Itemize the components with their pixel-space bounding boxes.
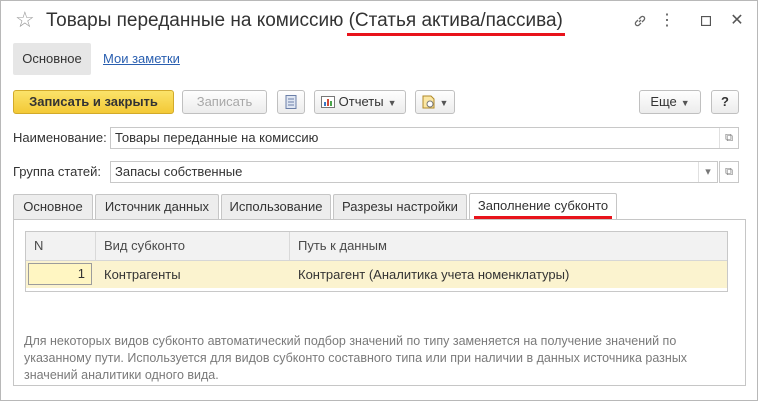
print-document-icon (422, 95, 435, 109)
col-kind-header[interactable]: Вид субконто (96, 232, 290, 260)
name-label: Наименование: (13, 130, 107, 145)
tab-settings-sections[interactable]: Разрезы настройки (333, 194, 467, 219)
subconto-table: N Вид субконто Путь к данным 1 Контраген… (25, 231, 728, 292)
form-window: ☆ Товары переданные на комиссию (Статья … (0, 0, 758, 401)
tab-main[interactable]: Основное (13, 194, 93, 219)
more-vertical-icon[interactable]: ⋮ (656, 9, 678, 33)
chevron-down-icon: ▼ (387, 98, 397, 108)
table-row[interactable]: 1 Контрагенты Контрагент (Аналитика учет… (26, 261, 727, 288)
row-path-cell[interactable]: Контрагент (Аналитика учета номенклатуры… (290, 261, 727, 288)
table-header: N Вид субконто Путь к данным (26, 232, 727, 261)
tab-usage[interactable]: Использование (221, 194, 331, 219)
nav-main-tab[interactable]: Основное (13, 43, 91, 75)
chevron-down-icon: ▼ (680, 98, 690, 108)
group-value: Запасы собственные (115, 164, 243, 179)
favorite-star-icon[interactable]: ☆ (15, 8, 35, 32)
group-field[interactable]: Запасы собственные ▾ (110, 161, 718, 183)
hint-text: Для некоторых видов субконто автоматичес… (24, 334, 688, 382)
reports-chart-icon (321, 96, 335, 108)
page-title: Товары переданные на комиссию (Статья ак… (46, 9, 563, 33)
row-kind-cell[interactable]: Контрагенты (96, 261, 290, 288)
title-subtitle: (Статья актива/пассива) (348, 10, 563, 31)
link-icon[interactable] (629, 9, 651, 36)
maximize-icon[interactable] (695, 9, 717, 34)
row-number-cell[interactable]: 1 (28, 263, 92, 285)
nav-notes-link[interactable]: Мои заметки (103, 43, 180, 75)
reports-button[interactable]: Отчеты ▼ (314, 90, 406, 114)
save-close-button[interactable]: Записать и закрыть (13, 90, 174, 114)
tab-panel: N Вид субконто Путь к данным 1 Контраген… (13, 219, 746, 386)
reports-label: Отчеты (338, 94, 384, 109)
dropdown-arrow-icon[interactable]: ▾ (698, 162, 717, 182)
col-n-header[interactable]: N (26, 232, 96, 260)
col-path-header[interactable]: Путь к данным (290, 232, 727, 260)
group-open-button[interactable]: ⧉ (719, 161, 739, 183)
more-label: Еще (650, 94, 677, 109)
print-menu-button[interactable]: ▼ (415, 90, 455, 114)
chevron-down-icon: ▼ (439, 98, 449, 108)
more-button[interactable]: Еще ▼ (639, 90, 701, 114)
group-label: Группа статей: (13, 164, 101, 179)
help-button[interactable]: ? (711, 90, 739, 114)
title-main: Товары переданные на комиссию (46, 10, 349, 31)
document-icon (285, 95, 297, 109)
open-icon: ⧉ (725, 166, 733, 178)
document-list-button[interactable] (277, 90, 305, 114)
tab-subconto-fill[interactable]: Заполнение субконто (469, 193, 617, 220)
save-button[interactable]: Записать (182, 90, 267, 114)
open-icon[interactable]: ⧉ (719, 128, 738, 148)
tab-data-source[interactable]: Источник данных (95, 194, 219, 219)
close-icon[interactable]: ✕ (726, 9, 748, 33)
title-bar: ☆ Товары переданные на комиссию (Статья … (1, 1, 757, 41)
name-field[interactable]: Товары переданные на комиссию ⧉ (110, 127, 739, 149)
name-value: Товары переданные на комиссию (115, 130, 319, 145)
